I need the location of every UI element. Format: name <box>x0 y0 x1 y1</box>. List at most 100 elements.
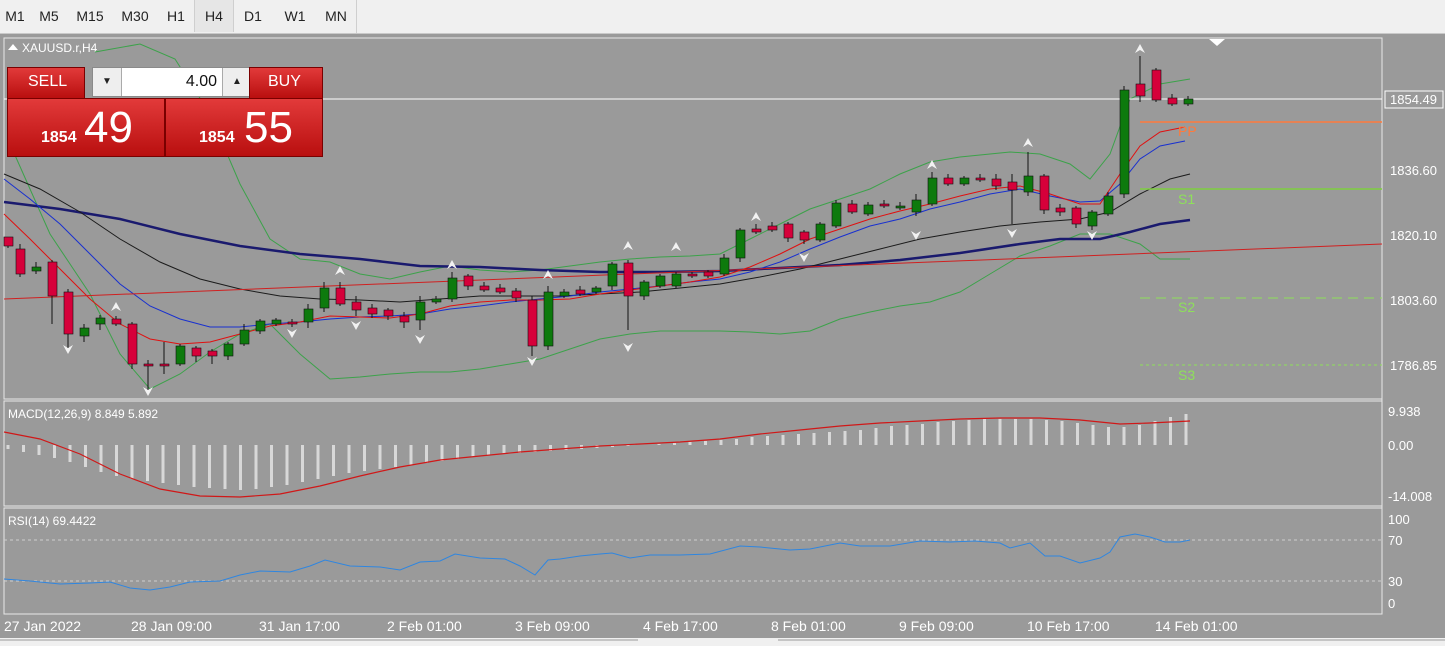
candle-body <box>239 329 250 345</box>
volume-decrease-button[interactable]: ▼ <box>93 68 122 96</box>
candle-body <box>751 228 762 233</box>
pivot-s2-label: S2 <box>1178 299 1195 315</box>
price-tick: 1786.85 <box>1390 358 1437 373</box>
timeframe-mn[interactable]: MN <box>316 0 356 32</box>
timeframe-h1[interactable]: H1 <box>158 0 194 32</box>
candle-body <box>1119 89 1130 195</box>
candle-body <box>479 285 490 291</box>
candle-body <box>1167 97 1178 105</box>
candle-body <box>463 275 474 287</box>
candle-body <box>223 343 234 357</box>
candle-body <box>575 289 586 295</box>
candle-body <box>735 229 746 259</box>
time-tick: 9 Feb 09:00 <box>899 618 974 634</box>
candle-body <box>975 177 986 181</box>
candle-body <box>15 248 26 275</box>
candle-body <box>1039 175 1050 211</box>
rsi-tick: 0 <box>1388 596 1395 611</box>
candle-body <box>31 266 42 272</box>
candle-body <box>127 323 138 365</box>
buy-price-big: 1854 <box>199 129 235 146</box>
candle-body <box>303 308 314 323</box>
timeframe-d1[interactable]: D1 <box>232 0 274 32</box>
current-price-tag: 1854.49 <box>1390 92 1437 107</box>
candle-body <box>255 320 266 332</box>
candle-body <box>271 319 282 325</box>
time-tick: 3 Feb 09:00 <box>515 618 590 634</box>
timeframe-m30[interactable]: M30 <box>112 0 158 32</box>
symbol-label: XAUUSD.r,H4 <box>22 41 98 55</box>
candle-body <box>863 204 874 215</box>
candle-body <box>399 315 410 323</box>
candle-body <box>607 263 618 287</box>
pivot-s3-label: S3 <box>1178 367 1195 383</box>
volume-field[interactable]: ▼ 4.00 ▲ <box>92 67 252 97</box>
candle-body <box>831 202 842 227</box>
candle-body <box>1087 211 1098 227</box>
sell-price-big: 1854 <box>41 129 77 146</box>
candle-body <box>447 277 458 300</box>
candle-body <box>671 273 682 287</box>
rsi-tick: 70 <box>1388 533 1402 548</box>
time-tick: 2 Feb 01:00 <box>387 618 462 634</box>
price-tick: 1836.60 <box>1390 163 1437 178</box>
buy-label: BUY <box>268 73 301 90</box>
candle-body <box>911 199 922 213</box>
candle-body <box>1151 69 1162 101</box>
time-tick: 27 Jan 2022 <box>4 618 81 634</box>
candle-body <box>559 291 570 297</box>
candle-body <box>111 318 122 325</box>
candle-body <box>767 225 778 231</box>
candle-body <box>3 236 14 247</box>
rsi-panel <box>3 507 1383 615</box>
candle-body <box>495 287 506 293</box>
time-tick: 8 Feb 01:00 <box>771 618 846 634</box>
buy-price-button[interactable]: 1854 55 <box>165 98 323 157</box>
candle-body <box>703 271 714 277</box>
price-tick: 1803.60 <box>1390 293 1437 308</box>
time-tick: 4 Feb 17:00 <box>643 618 718 634</box>
one-click-trading-panel: SELL ▼ 4.00 ▲ BUY 1854 49 1854 55 <box>7 67 323 157</box>
candle-body <box>415 301 426 321</box>
timeframe-h4[interactable]: H4 <box>194 0 234 32</box>
candle-body <box>543 291 554 347</box>
candle-body <box>1071 207 1082 225</box>
timeframe-m5[interactable]: M5 <box>30 0 68 32</box>
candle-body <box>991 178 1002 187</box>
candle-body <box>1183 98 1194 105</box>
candle-body <box>943 177 954 185</box>
candle-body <box>1007 181 1018 191</box>
candle-body <box>287 321 298 325</box>
pivot-s1-label: S1 <box>1178 191 1195 207</box>
candle-body <box>1103 195 1114 215</box>
timeframe-w1[interactable]: W1 <box>274 0 316 32</box>
timeframe-m1[interactable]: M1 <box>0 0 30 32</box>
candle-body <box>815 223 826 241</box>
candle-body <box>159 363 170 367</box>
candle-body <box>783 223 794 239</box>
buy-button[interactable]: BUY <box>249 67 323 99</box>
volume-value[interactable]: 4.00 <box>186 73 217 91</box>
price-axis: 1854.49 1836.60 1820.10 1803.60 1786.85 <box>1384 90 1444 373</box>
time-tick: 31 Jan 17:00 <box>259 618 340 634</box>
candle-body <box>143 363 154 367</box>
candle-body <box>623 262 634 297</box>
candle-body <box>511 290 522 299</box>
candle-body <box>207 350 218 357</box>
candle-body <box>895 205 906 209</box>
sell-label: SELL <box>28 73 68 90</box>
candle-body <box>431 298 442 303</box>
candle-body <box>79 327 90 337</box>
timeframe-m15[interactable]: M15 <box>68 0 112 32</box>
candle-body <box>879 203 890 207</box>
candle-body <box>687 273 698 277</box>
sell-price-button[interactable]: 1854 49 <box>7 98 165 157</box>
sell-button[interactable]: SELL <box>7 67 85 99</box>
sell-price-small: 49 <box>84 103 133 152</box>
candle-body <box>847 203 858 213</box>
candle-body <box>191 347 202 357</box>
rsi-label: RSI(14) 69.4422 <box>8 514 96 528</box>
time-tick: 10 Feb 17:00 <box>1027 618 1110 634</box>
candle-body <box>959 177 970 185</box>
volume-increase-button[interactable]: ▲ <box>222 68 251 96</box>
